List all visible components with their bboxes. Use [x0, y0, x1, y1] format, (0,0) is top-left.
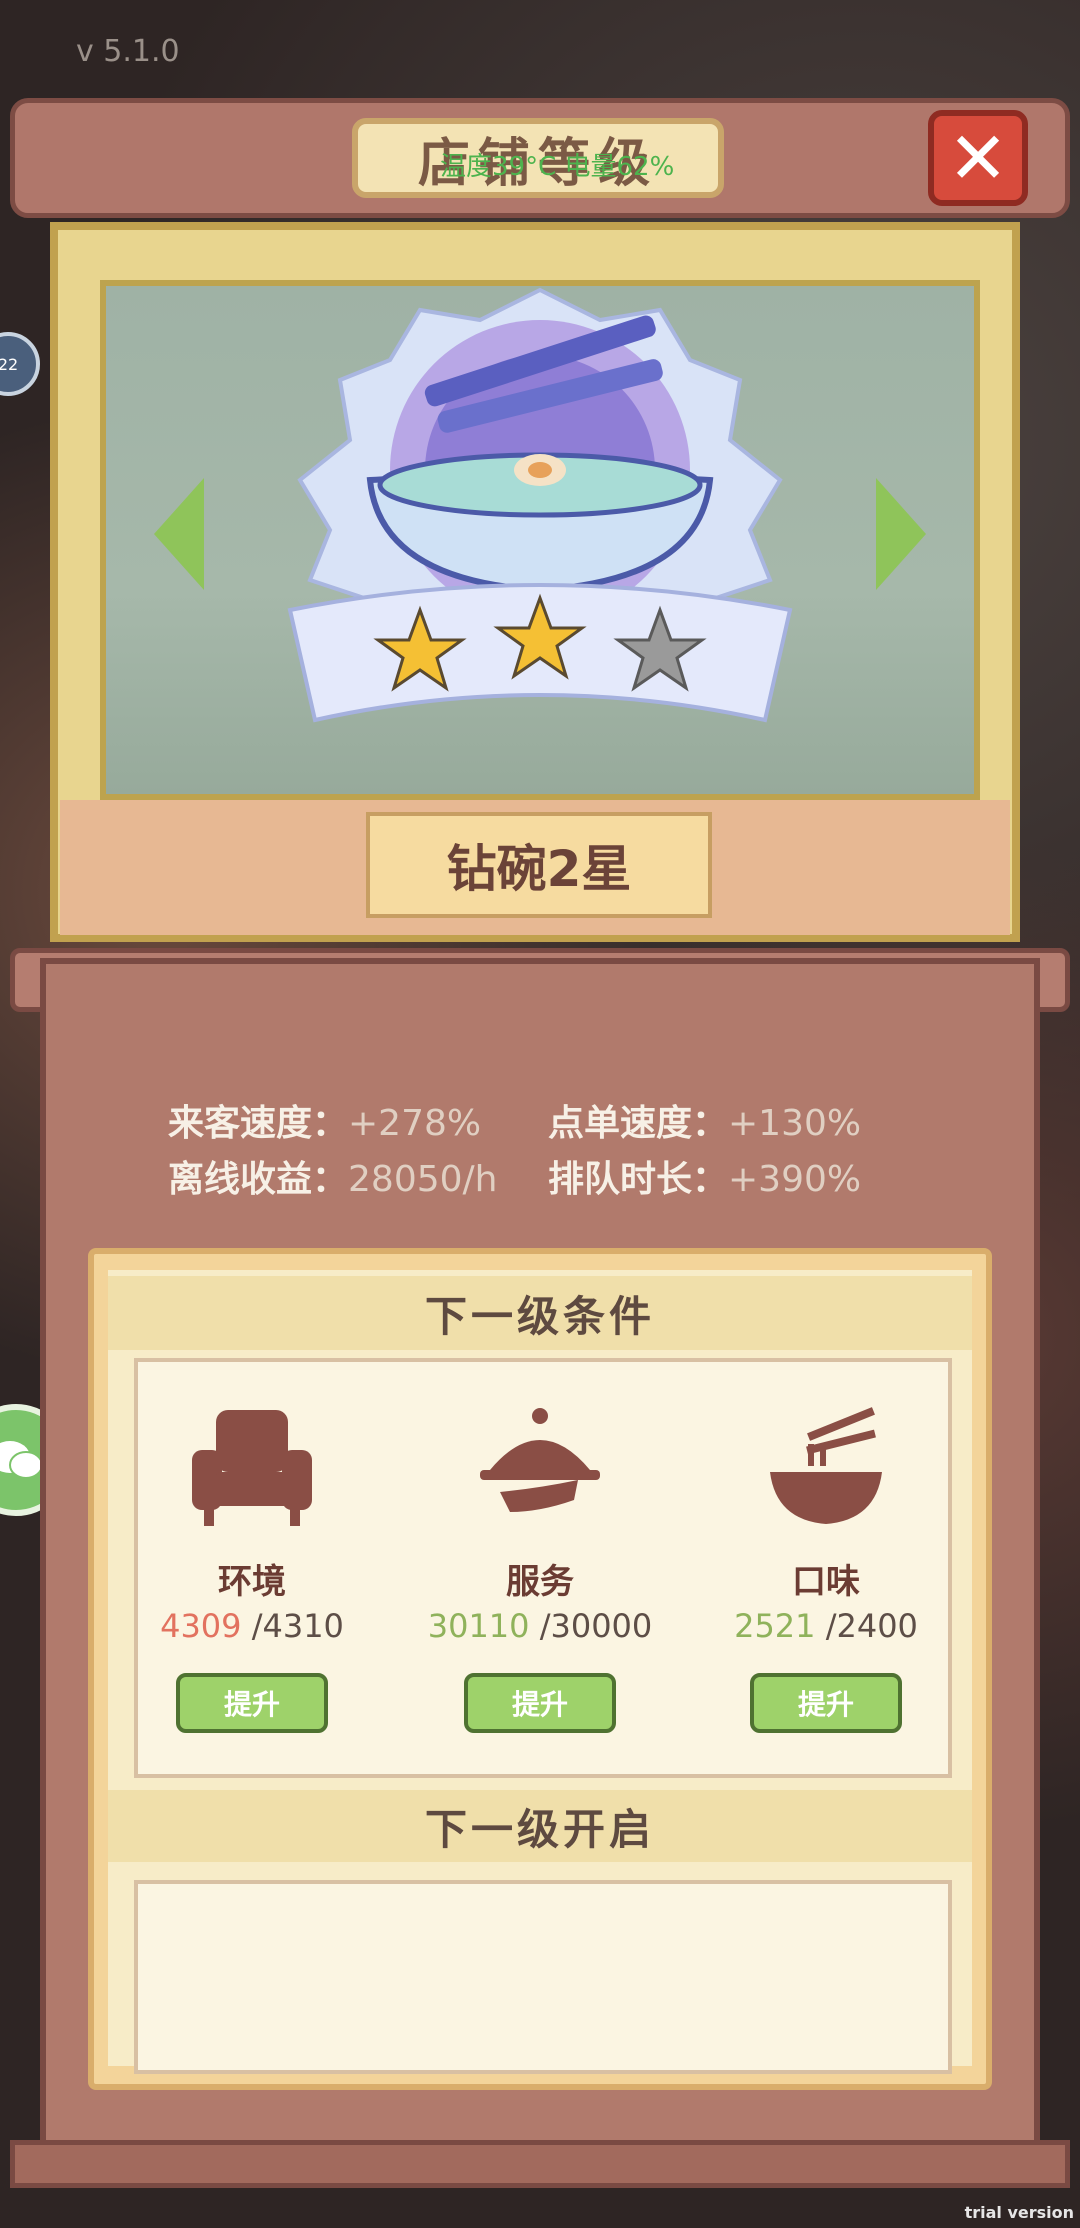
- req-progress: 2521 /2400: [734, 1607, 918, 1645]
- stat-offline-income: 离线收益：28050/h: [168, 1159, 498, 1200]
- req-progress: 30110 /30000: [427, 1607, 653, 1645]
- unlock-heading: 下一级开启: [108, 1790, 972, 1862]
- cloche-icon: [470, 1400, 610, 1540]
- version-label: v 5.1.0: [76, 34, 180, 69]
- stat-queue-time: 排队时长：+390%: [548, 1159, 862, 1200]
- conditions-heading: 下一级条件: [108, 1276, 972, 1350]
- prev-arrow-icon[interactable]: [154, 478, 204, 590]
- req-name: 服务: [506, 1562, 574, 1602]
- stat-visitor-speed: 来客速度：+278%: [168, 1103, 482, 1144]
- cabinet-base: [10, 2140, 1070, 2188]
- device-status: 温度39°C 电量62%: [440, 152, 675, 182]
- upgrade-service-button[interactable]: 提升: [464, 1673, 616, 1733]
- upgrade-taste-button[interactable]: 提升: [750, 1673, 902, 1733]
- req-environment: 环境 4309 /4310 提升: [132, 1400, 372, 1733]
- stats-panel: 来客速度：+278% 点单速度：+130% 离线收益：28050/h 排队时长：…: [168, 1092, 928, 1204]
- next-arrow-icon[interactable]: [876, 478, 926, 590]
- req-taste: 口味 2521 /2400 提升: [706, 1400, 946, 1733]
- req-name: 环境: [218, 1562, 286, 1602]
- stat-order-speed: 点单速度：+130%: [548, 1103, 862, 1144]
- upgrade-environment-button[interactable]: 提升: [176, 1673, 328, 1733]
- rank-name: 钻碗2星: [446, 840, 632, 898]
- unlock-box: [134, 1880, 952, 2074]
- rank-plaque: 钻碗2星: [366, 812, 712, 918]
- req-progress: 4309 /4310: [160, 1607, 344, 1645]
- armchair-icon: [182, 1400, 322, 1540]
- req-service: 服务 30110 /30000 提升: [420, 1400, 660, 1733]
- req-name: 口味: [792, 1562, 860, 1602]
- trial-watermark: trial version: [964, 2203, 1074, 2222]
- noodle-bowl-icon: [756, 1400, 896, 1540]
- close-button[interactable]: ✕: [928, 110, 1028, 206]
- rank-emblem: [287, 287, 793, 723]
